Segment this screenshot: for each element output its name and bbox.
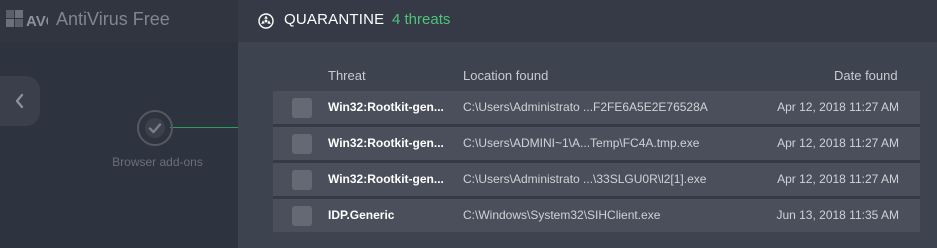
threat-location: C:\Users\Administrato ...F2FE6A5E2E76528… — [463, 100, 708, 114]
progress-connector — [170, 127, 238, 128]
column-header-date[interactable]: Date found — [834, 68, 898, 83]
column-header-location[interactable]: Location found — [463, 68, 548, 83]
table-row[interactable]: Win32:Rootkit-gen... C:\Users\Administra… — [273, 91, 920, 124]
table-row[interactable]: IDP.Generic C:\Windows\System32\SIHClien… — [273, 199, 920, 232]
threat-count-badge: 4 threats — [392, 11, 451, 28]
threat-date: Apr 12, 2018 11:27 AM — [777, 136, 899, 150]
page-title: QUARANTINE — [284, 11, 385, 28]
quarantine-panel: QUARANTINE 4 threats Threat Location fou… — [238, 0, 937, 248]
threat-location: C:\Users\ADMINI~1\A...Temp\FC4A.tmp.exe — [463, 136, 700, 150]
app-window: AVG AntiVirus Free Browser add-ons — [0, 0, 937, 248]
browser-addons-status — [137, 110, 173, 146]
threat-name: Win32:Rootkit-gen... — [328, 100, 444, 114]
threat-date: Apr 12, 2018 11:27 AM — [777, 172, 899, 186]
biohazard-icon — [258, 13, 274, 29]
browser-addons-label: Browser add-ons — [112, 155, 203, 169]
brand-name: AntiVirus Free — [56, 9, 170, 29]
threat-location: C:\Users\Administrato ...\33SLGU0R\l2[1]… — [463, 172, 707, 186]
row-checkbox[interactable] — [292, 206, 312, 226]
app-header: AVG AntiVirus Free — [0, 0, 238, 42]
threat-name: Win32:Rootkit-gen... — [328, 136, 444, 150]
table-row[interactable]: Win32:Rootkit-gen... C:\Users\Administra… — [273, 163, 920, 196]
chevron-left-icon — [15, 93, 24, 109]
threat-name: Win32:Rootkit-gen... — [328, 172, 444, 186]
quarantine-header: QUARANTINE 4 threats — [238, 0, 937, 42]
back-button[interactable] — [0, 76, 40, 126]
table-row[interactable]: Win32:Rootkit-gen... C:\Users\ADMINI~1\A… — [273, 127, 920, 160]
threat-location: C:\Windows\System32\SIHClient.exe — [463, 208, 661, 222]
avg-logo-icon: AVG — [6, 10, 48, 30]
row-checkbox[interactable] — [292, 98, 312, 118]
row-checkbox[interactable] — [292, 170, 312, 190]
checkmark-icon — [145, 118, 165, 138]
row-checkbox[interactable] — [292, 134, 312, 154]
left-background-pane: AVG AntiVirus Free Browser add-ons — [0, 0, 238, 248]
threat-name: IDP.Generic — [328, 208, 395, 222]
column-header-threat[interactable]: Threat — [328, 68, 366, 83]
brand-logo-text: AVG — [26, 13, 48, 30]
threat-date: Jun 13, 2018 11:35 AM — [776, 208, 899, 222]
threat-date: Apr 12, 2018 11:27 AM — [777, 100, 899, 114]
